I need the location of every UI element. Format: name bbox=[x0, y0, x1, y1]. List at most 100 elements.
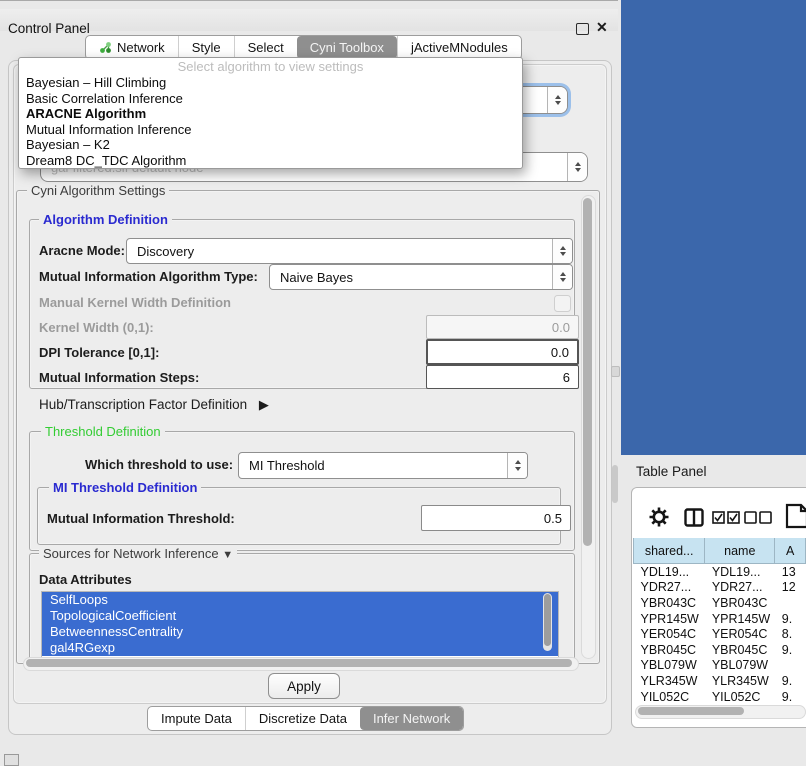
bottom-tab-impute-data[interactable]: Impute Data bbox=[148, 707, 245, 730]
algorithm-option-mutual-information-inference[interactable]: Mutual Information Inference bbox=[19, 122, 522, 138]
mi-threshold-definition-title: MI Threshold Definition bbox=[49, 480, 201, 495]
table-cell: 9. bbox=[775, 673, 806, 689]
checked-checkbox-icon[interactable] bbox=[712, 511, 740, 529]
table-row[interactable]: YPR145WYPR145W9. bbox=[634, 611, 806, 627]
table-row[interactable]: YIL052CYIL052C9. bbox=[634, 689, 806, 701]
settings-vscrollbar-thumb[interactable] bbox=[583, 198, 592, 546]
mi-threshold-value: 0.5 bbox=[544, 511, 562, 526]
table-row[interactable]: YDL19...YDL19...13 bbox=[634, 564, 806, 580]
attribute-item-gal4rgexp[interactable]: gal4RGexp bbox=[42, 640, 558, 656]
table-cell: YER054C bbox=[705, 626, 775, 642]
table-cell: YBR045C bbox=[705, 642, 775, 658]
table-cell: 9. bbox=[775, 611, 806, 627]
attribute-item-betweennesscentrality[interactable]: BetweennessCentrality bbox=[42, 624, 558, 640]
table-cell: YBR045C bbox=[634, 642, 705, 658]
dpi-tolerance-label: DPI Tolerance [0,1]: bbox=[39, 345, 159, 360]
network-icon bbox=[99, 41, 112, 54]
tab-style[interactable]: Style bbox=[178, 36, 234, 59]
tab-select[interactable]: Select bbox=[234, 36, 297, 59]
collapse-triangle-icon[interactable]: ▼ bbox=[222, 549, 233, 561]
table-hscrollbar-thumb[interactable] bbox=[638, 707, 744, 715]
algorithm-option-dream8-dc-tdc-algorithm[interactable]: Dream8 DC_TDC Algorithm bbox=[19, 153, 522, 169]
column-header-a[interactable]: A bbox=[775, 538, 806, 564]
table-row[interactable]: YBL079WYBL079W bbox=[634, 658, 806, 674]
algorithm-option-aracne-algorithm[interactable]: ARACNE Algorithm bbox=[19, 106, 522, 122]
apply-button[interactable]: Apply bbox=[268, 673, 340, 699]
hub-expander[interactable]: Hub/Transcription Factor Definition ▶ bbox=[39, 397, 269, 413]
settings-vertical-scrollbar[interactable] bbox=[581, 195, 596, 659]
float-window-icon[interactable] bbox=[576, 23, 589, 35]
control-panel-top-border bbox=[0, 0, 618, 1]
table-cell: YDL19... bbox=[705, 564, 775, 580]
table-row[interactable]: YLR345WYLR345W9. bbox=[634, 673, 806, 689]
table-cell: 9. bbox=[775, 642, 806, 658]
dpi-tolerance-input[interactable]: 0.0 bbox=[426, 339, 579, 365]
table-cell: YBR043C bbox=[634, 595, 705, 611]
attributes-scrollbar-thumb[interactable] bbox=[544, 594, 551, 646]
data-attributes-list[interactable]: SelfLoopsTopologicalCoefficientBetweenne… bbox=[41, 591, 559, 659]
table-cell: YBL079W bbox=[705, 658, 775, 674]
mi-algorithm-type-value: Naive Bayes bbox=[270, 270, 552, 285]
table-icon[interactable] bbox=[785, 503, 806, 534]
tab-network[interactable]: Network bbox=[86, 36, 178, 59]
gear-icon[interactable] bbox=[648, 506, 670, 533]
bottom-tabs: Impute Data Discretize Data Infer Network bbox=[147, 706, 464, 731]
table-cell: YBL079W bbox=[634, 658, 705, 674]
table-cell: 8. bbox=[775, 626, 806, 642]
kernel-width-input[interactable]: 0.0 bbox=[426, 315, 579, 339]
table-cell: YPR145W bbox=[634, 611, 705, 627]
table-cell: YLR345W bbox=[634, 673, 705, 689]
bottom-tab-discretize-data[interactable]: Discretize Data bbox=[245, 707, 360, 730]
manual-kernel-checkbox[interactable] bbox=[554, 295, 571, 312]
attribute-item-selfloops[interactable]: SelfLoops bbox=[42, 592, 558, 608]
which-threshold-combobox[interactable]: MI Threshold bbox=[238, 452, 528, 479]
table-cell: 13 bbox=[775, 564, 806, 580]
control-panel-title: Control Panel bbox=[8, 21, 90, 36]
collapsed-panel-icon[interactable] bbox=[4, 754, 19, 766]
bottom-tab-label: Impute Data bbox=[161, 711, 232, 726]
bottom-tab-label: Infer Network bbox=[373, 711, 450, 726]
tab-cyni-toolbox[interactable]: Cyni Toolbox bbox=[297, 36, 397, 59]
mi-algorithm-type-combobox[interactable]: Naive Bayes bbox=[269, 264, 573, 290]
algorithm-option-bayesian-k2[interactable]: Bayesian – K2 bbox=[19, 137, 522, 153]
tab-label: Select bbox=[248, 40, 284, 55]
table-row[interactable]: YBR045CYBR045C9. bbox=[634, 642, 806, 658]
table-horizontal-scrollbar[interactable] bbox=[635, 705, 806, 719]
unchecked-checkbox-icon[interactable] bbox=[744, 511, 772, 529]
table-cell: 9. bbox=[775, 689, 806, 701]
algorithm-dropdown-items: Bayesian – Hill ClimbingBasic Correlatio… bbox=[19, 75, 522, 168]
mi-steps-input[interactable]: 6 bbox=[426, 365, 579, 389]
column-header-shared[interactable]: shared... bbox=[634, 538, 705, 564]
table-panel-title: Table Panel bbox=[636, 464, 707, 479]
table-row[interactable]: YER054CYER054C8. bbox=[634, 626, 806, 642]
control-panel-titlebar: Control Panel ✕ bbox=[0, 9, 618, 31]
sources-title-text: Sources for Network Inference bbox=[43, 546, 219, 561]
algorithm-option-basic-correlation-inference[interactable]: Basic Correlation Inference bbox=[19, 91, 522, 107]
algorithm-dropdown-popup: Select algorithm to view settings Bayesi… bbox=[18, 57, 523, 169]
node-table[interactable]: shared...nameAYDL19...YDL19...13YDR27...… bbox=[633, 538, 806, 701]
bottom-tab-infer-network[interactable]: Infer Network bbox=[360, 707, 463, 730]
table-cell: YLR345W bbox=[705, 673, 775, 689]
divider-scrollbar-thumb[interactable] bbox=[612, 465, 618, 503]
aracne-mode-combobox[interactable]: Discovery bbox=[126, 238, 573, 264]
settings-hscrollbar-thumb[interactable] bbox=[26, 659, 572, 667]
attributes-list-scrollbar[interactable] bbox=[543, 593, 552, 651]
mi-threshold-input[interactable]: 0.5 bbox=[421, 505, 571, 531]
split-columns-icon[interactable] bbox=[684, 508, 704, 532]
which-threshold-value: MI Threshold bbox=[239, 458, 507, 473]
tab-jactivemnodules[interactable]: jActiveMNodules bbox=[397, 36, 521, 59]
table-row[interactable]: YBR043CYBR043C bbox=[634, 595, 806, 611]
panel-divider-grip[interactable] bbox=[611, 366, 620, 377]
settings-horizontal-scrollbar[interactable] bbox=[23, 657, 579, 671]
tab-label: Network bbox=[117, 40, 165, 55]
column-header-name[interactable]: name bbox=[705, 538, 775, 564]
table-row[interactable]: YDR27...YDR27...12 bbox=[634, 580, 806, 596]
attribute-item-topologicalcoefficient[interactable]: TopologicalCoefficient bbox=[42, 608, 558, 624]
bottom-tab-label: Discretize Data bbox=[259, 711, 347, 726]
tab-label: Cyni Toolbox bbox=[310, 40, 384, 55]
aracne-mode-value: Discovery bbox=[127, 244, 552, 259]
close-icon[interactable]: ✕ bbox=[596, 19, 608, 36]
expand-triangle-icon: ▶ bbox=[259, 397, 269, 412]
threshold-definition-title: Threshold Definition bbox=[41, 424, 165, 439]
algorithm-option-bayesian-hill-climbing[interactable]: Bayesian – Hill Climbing bbox=[19, 75, 522, 91]
